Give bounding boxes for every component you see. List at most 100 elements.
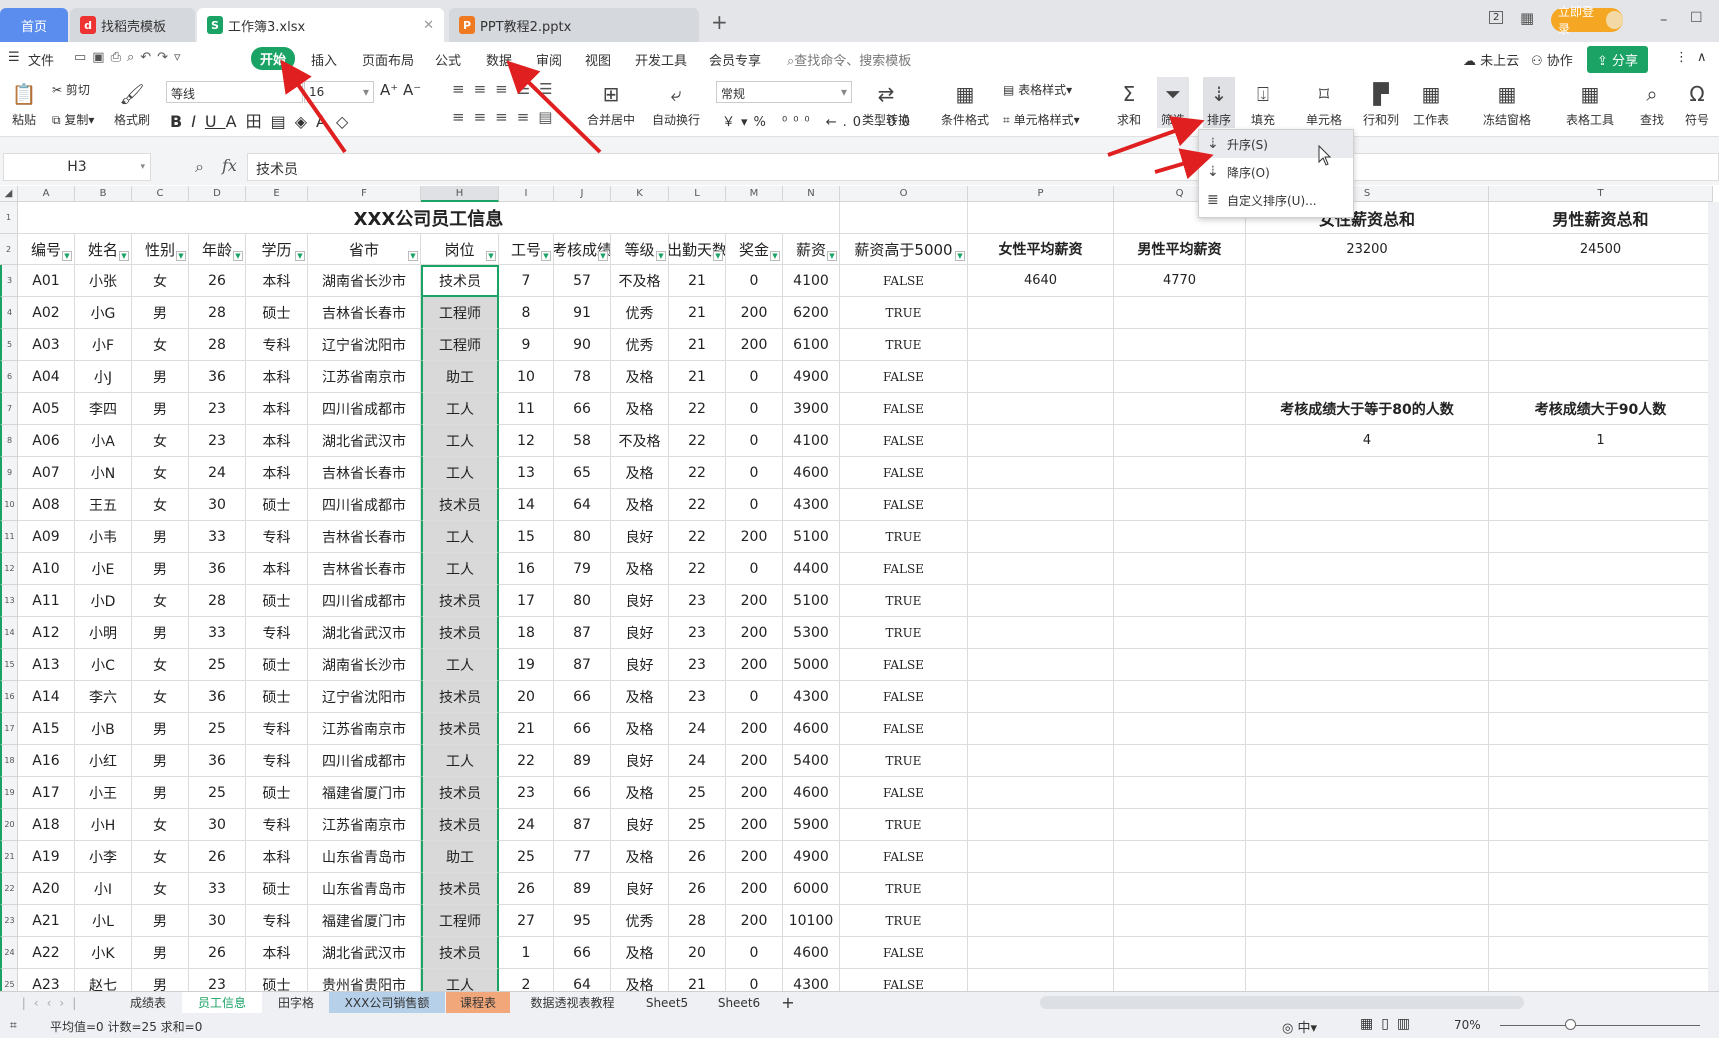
data-cell[interactable]: 及格 bbox=[611, 457, 669, 489]
data-cell[interactable]: 58 bbox=[554, 425, 611, 457]
column-title-cell[interactable]: 学历 ▼ bbox=[246, 234, 308, 265]
data-cell[interactable]: 技术员 bbox=[421, 937, 499, 969]
data-cell[interactable]: 硕士 bbox=[246, 777, 308, 809]
data-cell[interactable]: 200 bbox=[726, 809, 783, 841]
cell[interactable] bbox=[968, 777, 1114, 809]
data-cell[interactable]: A22 bbox=[18, 937, 75, 969]
column-header-C[interactable]: C bbox=[132, 186, 189, 202]
data-cell[interactable]: 工人 bbox=[421, 521, 499, 553]
cell[interactable] bbox=[1246, 969, 1489, 991]
align-horizontal-icons[interactable]: ≡≡≡≡▤ bbox=[452, 108, 561, 126]
data-cell[interactable]: A12 bbox=[18, 617, 75, 649]
data-cell[interactable]: 23 bbox=[669, 585, 726, 617]
data-cell[interactable]: TRUE bbox=[840, 809, 968, 841]
data-cell[interactable]: 23 bbox=[669, 617, 726, 649]
column-title-cell[interactable]: 省市 ▼ bbox=[308, 234, 421, 265]
data-cell[interactable]: 24 bbox=[669, 745, 726, 777]
cell[interactable] bbox=[1489, 329, 1713, 361]
filter-dropdown-icon[interactable]: ▼ bbox=[119, 251, 129, 261]
font-grow-shrink-icons[interactable]: A⁺ A⁻ bbox=[380, 81, 421, 99]
row-header-9[interactable]: 9 bbox=[0, 457, 18, 489]
tab-ppt[interactable]: P PPT教程2.pptx bbox=[449, 8, 699, 42]
data-cell[interactable]: 22 bbox=[669, 553, 726, 585]
zoom-slider[interactable] bbox=[1500, 1025, 1700, 1026]
data-cell[interactable]: 山东省青岛市 bbox=[308, 841, 421, 873]
sheet-tab[interactable]: 课程表 bbox=[446, 992, 510, 1013]
cell[interactable] bbox=[1114, 873, 1246, 905]
cell[interactable] bbox=[1489, 937, 1713, 969]
data-cell[interactable]: 4600 bbox=[783, 713, 840, 745]
data-cell[interactable]: 优秀 bbox=[611, 905, 669, 937]
data-cell[interactable]: 工程师 bbox=[421, 297, 499, 329]
data-cell[interactable]: 0 bbox=[726, 937, 783, 969]
data-cell[interactable]: 及格 bbox=[611, 681, 669, 713]
data-cell[interactable]: 小红 bbox=[75, 745, 132, 777]
data-cell[interactable]: 及格 bbox=[611, 841, 669, 873]
cut-button[interactable]: ✂ 剪切 bbox=[52, 81, 90, 98]
row-header-5[interactable]: 5 bbox=[0, 329, 18, 361]
data-cell[interactable]: 22 bbox=[669, 521, 726, 553]
data-cell[interactable]: 小李 bbox=[75, 841, 132, 873]
data-cell[interactable]: 20 bbox=[499, 681, 554, 713]
cell[interactable] bbox=[1489, 553, 1713, 585]
data-cell[interactable]: 技术员 bbox=[421, 265, 499, 297]
data-cell[interactable]: 33 bbox=[189, 521, 246, 553]
menu-data[interactable]: 数据 bbox=[486, 50, 512, 69]
column-header-I[interactable]: I bbox=[499, 186, 554, 202]
row-header-23[interactable]: 23 bbox=[0, 905, 18, 937]
row-header-4[interactable]: 4 bbox=[0, 297, 18, 329]
data-cell[interactable]: 28 bbox=[189, 585, 246, 617]
column-header-J[interactable]: J bbox=[554, 186, 611, 202]
data-cell[interactable]: 男 bbox=[132, 361, 189, 393]
column-header-L[interactable]: L bbox=[669, 186, 726, 202]
cell[interactable] bbox=[1114, 969, 1246, 991]
cell[interactable] bbox=[1246, 937, 1489, 969]
column-title-cell[interactable]: 年龄 ▼ bbox=[189, 234, 246, 265]
data-cell[interactable]: 女 bbox=[132, 649, 189, 681]
data-cell[interactable]: 36 bbox=[189, 361, 246, 393]
data-cell[interactable]: 200 bbox=[726, 713, 783, 745]
data-cell[interactable]: 专科 bbox=[246, 905, 308, 937]
data-cell[interactable]: 专科 bbox=[246, 329, 308, 361]
data-cell[interactable]: 女 bbox=[132, 873, 189, 905]
align-icons[interactable]: ≡≡≡☰☰ bbox=[452, 80, 562, 98]
data-cell[interactable]: 26 bbox=[669, 841, 726, 873]
data-cell[interactable]: 湖北省武汉市 bbox=[308, 937, 421, 969]
font-select[interactable]: 等线 bbox=[166, 81, 303, 103]
cell-button[interactable]: ⌑ 单元格 bbox=[1306, 77, 1342, 128]
cell[interactable] bbox=[968, 553, 1114, 585]
table-tools-button[interactable]: ▦ 表格工具 bbox=[1566, 77, 1614, 128]
data-cell[interactable]: A02 bbox=[18, 297, 75, 329]
format-painter-button[interactable]: 🖌 格式刷 bbox=[114, 77, 150, 128]
data-cell[interactable]: 女 bbox=[132, 681, 189, 713]
cell[interactable] bbox=[1114, 329, 1246, 361]
sort-button[interactable]: ⇣ 排序 bbox=[1202, 77, 1236, 128]
cell[interactable] bbox=[1489, 489, 1713, 521]
data-cell[interactable]: 小G bbox=[75, 297, 132, 329]
data-cell[interactable]: 男 bbox=[132, 297, 189, 329]
data-cell[interactable]: TRUE bbox=[840, 745, 968, 777]
data-cell[interactable]: 87 bbox=[554, 617, 611, 649]
font-size-select[interactable]: 16 ▾ bbox=[304, 81, 374, 103]
cell[interactable] bbox=[1489, 585, 1713, 617]
column-title-cell[interactable]: 性别 ▼ bbox=[132, 234, 189, 265]
formula-input[interactable]: 技术员 bbox=[247, 153, 1719, 181]
maximize-button[interactable]: ☐ bbox=[1690, 10, 1703, 26]
data-cell[interactable]: 22 bbox=[669, 457, 726, 489]
data-cell[interactable]: 200 bbox=[726, 297, 783, 329]
data-cell[interactable]: 本科 bbox=[246, 457, 308, 489]
data-cell[interactable]: FALSE bbox=[840, 265, 968, 297]
data-cell[interactable]: 硕士 bbox=[246, 649, 308, 681]
column-title-cell[interactable]: 工号 ▼ bbox=[499, 234, 554, 265]
data-cell[interactable]: 男 bbox=[132, 617, 189, 649]
cell[interactable] bbox=[968, 521, 1114, 553]
data-cell[interactable]: 小C bbox=[75, 649, 132, 681]
data-cell[interactable]: FALSE bbox=[840, 969, 968, 991]
cell[interactable] bbox=[1114, 521, 1246, 553]
data-cell[interactable]: 及格 bbox=[611, 713, 669, 745]
data-cell[interactable]: 王五 bbox=[75, 489, 132, 521]
data-cell[interactable]: 66 bbox=[554, 777, 611, 809]
data-cell[interactable]: 5400 bbox=[783, 745, 840, 777]
data-cell[interactable]: 硕士 bbox=[246, 297, 308, 329]
menu-developer[interactable]: 开发工具 bbox=[635, 50, 687, 69]
